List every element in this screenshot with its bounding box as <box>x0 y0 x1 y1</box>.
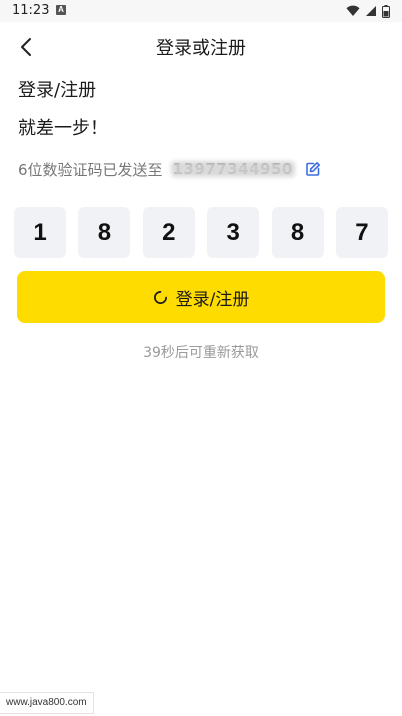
status-icons <box>346 4 390 18</box>
code-digit-box[interactable]: 3 <box>207 207 260 258</box>
phone-number: 13977344950 <box>170 160 295 178</box>
wifi-icon <box>346 5 360 16</box>
code-digit-box[interactable]: 8 <box>78 207 131 258</box>
loading-spinner-icon <box>153 290 167 304</box>
code-sent-row: 6位数验证码已发送至 13977344950 <box>18 158 321 180</box>
signal-icon <box>366 6 376 16</box>
login-heading: 登录/注册 <box>18 80 97 101</box>
page-title: 登录或注册 <box>156 38 246 59</box>
battery-icon <box>382 4 390 18</box>
nav-bar: 登录或注册 <box>0 22 402 72</box>
login-button-label: 登录/注册 <box>175 289 250 310</box>
verification-code-input[interactable]: 1 8 2 3 8 7 <box>14 207 388 258</box>
code-digit-box[interactable]: 2 <box>142 207 195 258</box>
login-subheading: 就差一步！ <box>18 118 108 139</box>
notification-badge: A <box>56 5 66 15</box>
watermark: www.java800.com <box>0 692 94 714</box>
resend-countdown: 39秒后可重新获取 <box>143 345 259 361</box>
login-register-button[interactable]: 登录/注册 <box>17 271 385 323</box>
code-digit-box[interactable]: 1 <box>14 207 66 258</box>
status-time: 11:23 <box>12 3 50 18</box>
code-digit-box[interactable]: 8 <box>271 207 324 258</box>
edit-icon[interactable] <box>305 161 321 177</box>
status-bar: 11:23 A <box>0 0 402 22</box>
code-sent-text: 6位数验证码已发送至 <box>18 160 163 179</box>
phone-blur-mask <box>170 161 295 177</box>
code-digit-box[interactable]: 7 <box>335 207 388 258</box>
